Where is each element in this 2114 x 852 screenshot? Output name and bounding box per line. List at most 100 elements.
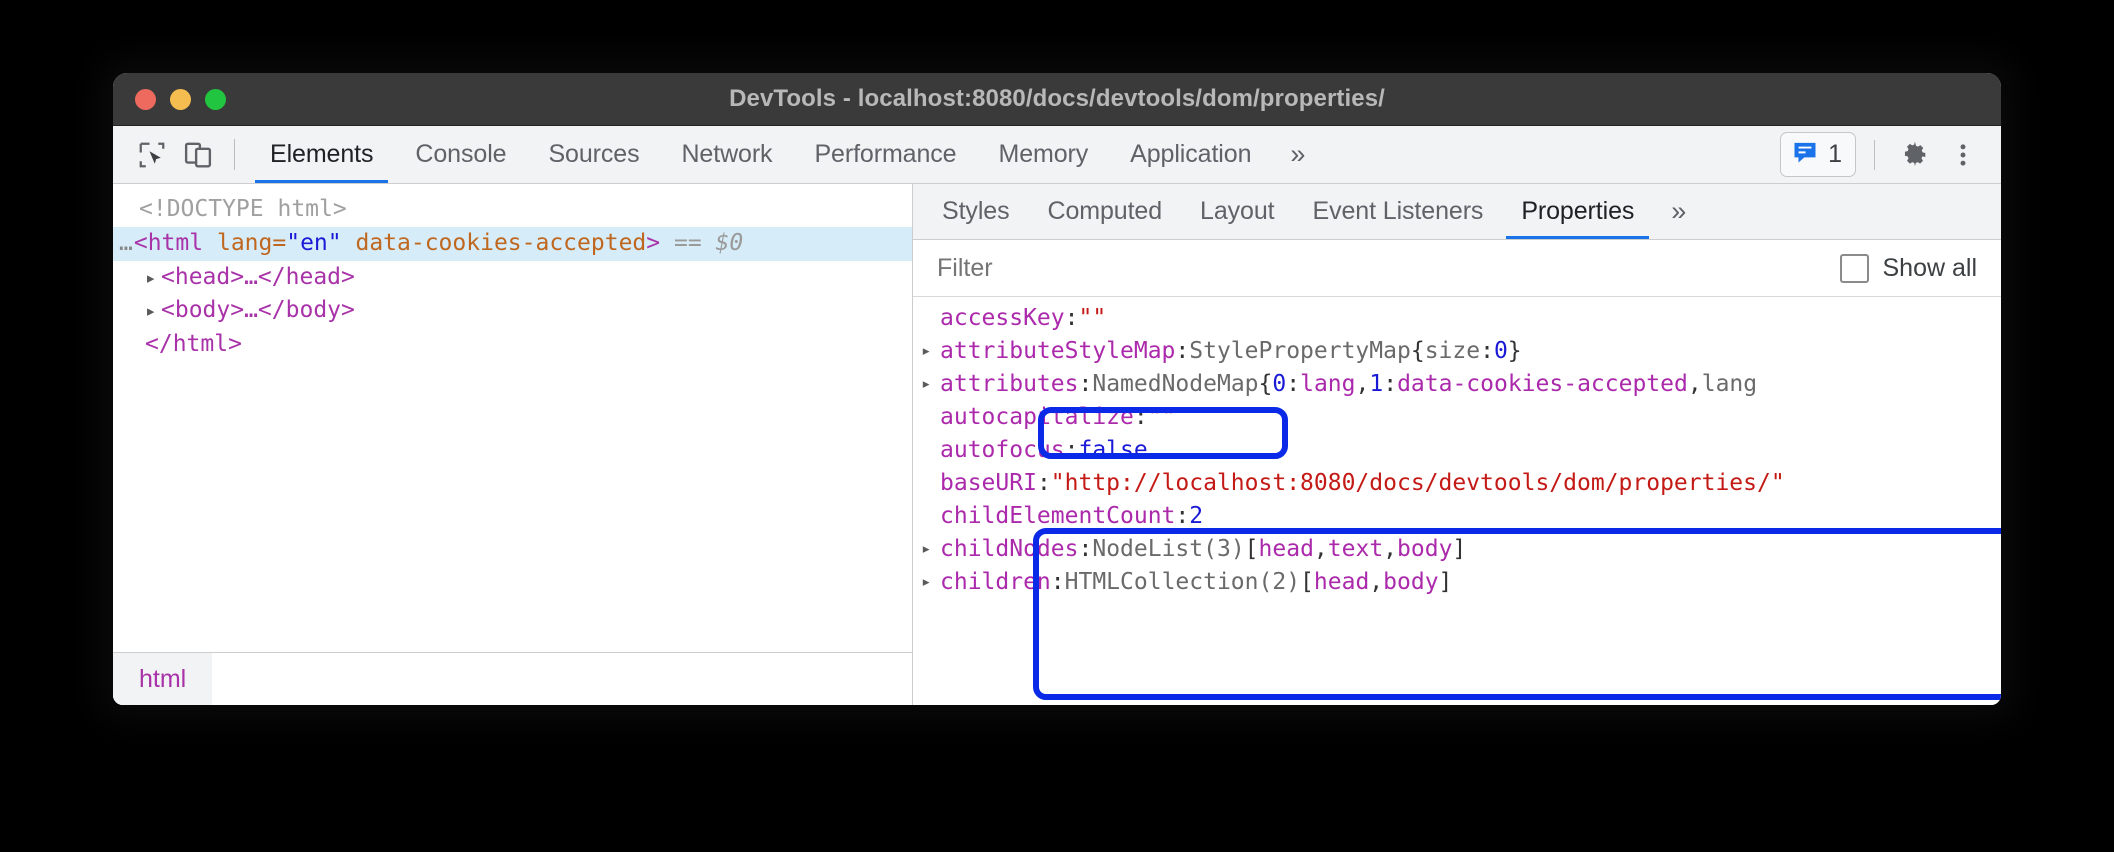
filter-row: Show all — [913, 240, 2001, 297]
row-indent-spacer: ▸ — [921, 306, 940, 330]
toolbar-right-actions: 1 — [1780, 126, 2001, 183]
property-value-part: "http://localhost:8080/docs/devtools/dom… — [1051, 467, 1785, 500]
toolbar-divider-2 — [1874, 140, 1875, 170]
property-value-part: [ — [1245, 533, 1259, 566]
property-value-part: ] — [1452, 533, 1466, 566]
property-value-part: data-cookies-accepted — [1397, 368, 1688, 401]
inspect-element-icon[interactable] — [129, 126, 175, 183]
property-value-part: 0 — [1494, 335, 1508, 368]
sidebar-panel: Styles Computed Layout Event Listeners P… — [913, 184, 2001, 705]
property-value-part: HTMLCollection(2) — [1065, 566, 1300, 599]
property-colon: : — [1078, 368, 1092, 401]
property-value-part: 0 — [1272, 368, 1286, 401]
filter-input[interactable] — [935, 253, 1359, 284]
property-colon: : — [1175, 500, 1189, 533]
tab-memory[interactable]: Memory — [977, 126, 1109, 183]
dom-attr-value-lang[interactable]: "en" — [286, 230, 341, 256]
property-row[interactable]: ▸childElementCount: 2 — [913, 500, 2001, 533]
expand-triangle-icon[interactable]: ▸ — [145, 265, 161, 293]
expand-triangle-icon[interactable]: ▸ — [921, 372, 940, 396]
expand-triangle-icon[interactable]: ▸ — [921, 570, 940, 594]
more-panels-chevron-icon[interactable]: » — [1272, 126, 1323, 183]
property-row[interactable]: ▸baseURI: "http://localhost:8080/docs/de… — [913, 467, 2001, 500]
tab-console[interactable]: Console — [394, 126, 527, 183]
property-colon: : — [1175, 335, 1189, 368]
devtools-main-toolbar: Elements Console Sources Network Perform… — [113, 126, 2001, 184]
property-colon: : — [1051, 566, 1065, 599]
row-indent-spacer: ▸ — [921, 504, 940, 528]
dom-attr-name-lang[interactable]: lang — [217, 230, 272, 256]
dom-open-tag-close: > — [646, 230, 660, 256]
property-value-part: , — [1314, 533, 1328, 566]
devtools-panes: <!DOCTYPE html> …<html lang="en" data-co… — [113, 184, 2001, 705]
show-all-checkbox[interactable] — [1840, 254, 1869, 283]
expand-triangle-icon[interactable]: ▸ — [145, 298, 161, 326]
property-value-part: 1 — [1369, 368, 1383, 401]
expand-triangle-icon[interactable]: ▸ — [921, 537, 940, 561]
more-sidebar-tabs-chevron-icon[interactable]: » — [1653, 184, 1704, 239]
property-row[interactable]: ▸autofocus: false — [913, 434, 2001, 467]
tab-application-label: Application — [1130, 140, 1251, 169]
console-message-icon — [1791, 138, 1819, 171]
property-value-part: , — [1383, 533, 1397, 566]
tab-event-listeners[interactable]: Event Listeners — [1294, 184, 1503, 239]
tab-application[interactable]: Application — [1109, 126, 1272, 183]
property-name: autocapitalize — [940, 401, 1134, 434]
console-messages-badge[interactable]: 1 — [1780, 132, 1856, 177]
property-row[interactable]: ▸attributes: NamedNodeMap {0: lang, 1: d… — [913, 368, 2001, 401]
property-value-part: StylePropertyMap — [1189, 335, 1411, 368]
window-titlebar: DevTools - localhost:8080/docs/devtools/… — [113, 73, 2001, 126]
property-colon: : — [1065, 434, 1079, 467]
tab-computed[interactable]: Computed — [1028, 184, 1181, 239]
property-value-part: ] — [1439, 566, 1453, 599]
property-value-part: , — [1369, 566, 1383, 599]
dom-node-head[interactable]: ▸<head>…</head> — [113, 261, 912, 295]
dom-attr-equals: = — [272, 230, 286, 256]
gear-icon[interactable] — [1893, 133, 1937, 177]
more-vertical-icon[interactable] — [1941, 133, 1985, 177]
sidebar-tabs: Styles Computed Layout Event Listeners P… — [913, 184, 2001, 240]
window-title: DevTools - localhost:8080/docs/devtools/… — [113, 73, 2001, 125]
dom-node-head-label: <head>…</head> — [161, 264, 355, 290]
tab-performance-label: Performance — [814, 140, 956, 169]
dom-node-body[interactable]: ▸<body>…</body> — [113, 294, 912, 328]
tab-styles[interactable]: Styles — [923, 184, 1028, 239]
dom-dollar-zero-ref: $0 — [716, 230, 744, 256]
dom-doctype-line: <!DOCTYPE html> — [113, 193, 912, 227]
dom-attr-name-cookies[interactable]: data-cookies-accepted — [355, 230, 646, 256]
tab-elements[interactable]: Elements — [249, 126, 394, 183]
dom-closing-html-line: </html> — [113, 328, 912, 362]
property-value-part: , — [1688, 368, 1702, 401]
dom-selected-node-line[interactable]: …<html lang="en" data-cookies-accepted> … — [113, 227, 912, 261]
property-row[interactable]: ▸attributeStyleMap: StylePropertyMap {si… — [913, 335, 2001, 368]
expand-triangle-icon[interactable]: ▸ — [921, 339, 940, 363]
property-value-part: size — [1425, 335, 1480, 368]
properties-list[interactable]: ▸accessKey: ""▸attributeStyleMap: StyleP… — [913, 297, 2001, 705]
property-colon: : — [1078, 533, 1092, 566]
tab-styles-label: Styles — [942, 197, 1009, 226]
show-all-checkbox-wrapper[interactable]: Show all — [1840, 254, 1978, 283]
breadcrumb-item-html[interactable]: html — [113, 653, 212, 705]
tab-properties-label: Properties — [1521, 197, 1634, 226]
property-row[interactable]: ▸children: HTMLCollection(2) [head, body… — [913, 566, 2001, 599]
devtools-window: DevTools - localhost:8080/docs/devtools/… — [113, 73, 2001, 705]
property-row[interactable]: ▸accessKey: "" — [913, 302, 2001, 335]
property-value-part: } — [1508, 335, 1522, 368]
tab-elements-label: Elements — [270, 140, 373, 169]
property-row[interactable]: ▸childNodes: NodeList(3) [head, text, bo… — [913, 533, 2001, 566]
toolbar-divider — [234, 139, 235, 170]
tab-properties[interactable]: Properties — [1502, 184, 1653, 239]
property-name: autofocus — [940, 434, 1065, 467]
dom-doctype-text: <!DOCTYPE html> — [139, 196, 347, 222]
dom-leading-dots: … — [119, 230, 134, 256]
property-value-part: body — [1397, 533, 1452, 566]
property-value-part: head — [1314, 566, 1369, 599]
tab-performance[interactable]: Performance — [793, 126, 977, 183]
property-row[interactable]: ▸autocapitalize: "" — [913, 401, 2001, 434]
tab-sources[interactable]: Sources — [527, 126, 660, 183]
tab-network[interactable]: Network — [660, 126, 793, 183]
dom-tree[interactable]: <!DOCTYPE html> …<html lang="en" data-co… — [113, 184, 912, 652]
property-name: childNodes — [940, 533, 1078, 566]
device-toolbar-icon[interactable] — [175, 126, 221, 183]
tab-layout[interactable]: Layout — [1181, 184, 1293, 239]
